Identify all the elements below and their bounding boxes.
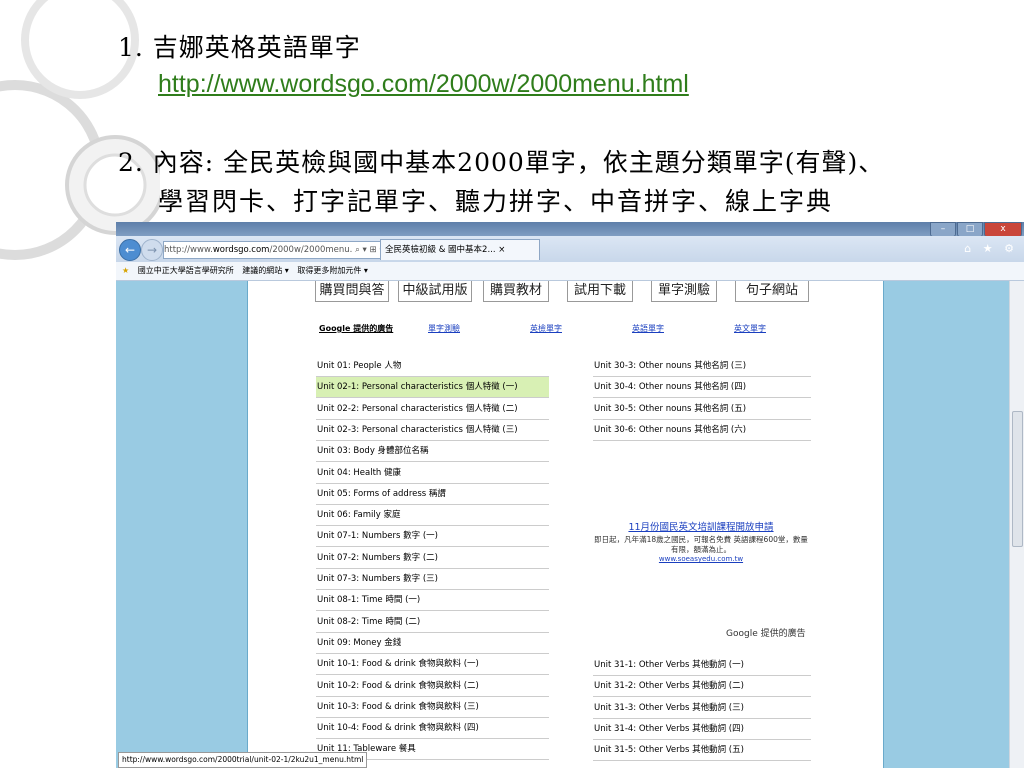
unit-link[interactable]: Unit 08-2: Time 時間 (二) [316,612,549,633]
address-prefix: http://www. [164,245,213,255]
slide-item-2-line-2: 學習閃卡、打字記單字、聽力拼字、中音拼字、線上字典 [158,187,834,216]
menu-button[interactable]: 單字測驗 [651,281,717,302]
unit-link[interactable]: Unit 10-3: Food & drink 食物與飲料 (三) [316,697,549,718]
ad-box: 11月份國民英文培訓課程開放申請 即日起，凡年滿18歲之國民，可報名免費 英語課… [593,519,809,563]
title-bar: – □ x [116,222,1024,237]
unit-link[interactable]: Unit 07-3: Numbers 數字 (三) [316,569,549,590]
favorites-bar: ★ 國立中正大學語言學研究所 建議的網站 ▾ 取得更多附加元件 ▾ [116,262,1024,281]
unit-link[interactable]: Unit 01: People 人物 [316,356,549,377]
ad-body: 即日起，凡年滿18歲之國民，可報名免費 英語課程600堂，數量有限，額滿為止。 [594,535,808,554]
unit-link[interactable]: Unit 30-3: Other nouns 其他名詞 (三) [593,356,811,377]
nav-bar: ← → http://www.wordsgo.com/2000w/2000men… [116,236,1024,262]
unit-link[interactable]: Unit 02-1: Personal characteristics 個人特徵… [316,377,549,399]
unit-link[interactable]: Unit 07-2: Numbers 數字 (二) [316,548,549,569]
unit-link[interactable]: Unit 30-5: Other nouns 其他名詞 (五) [593,399,811,420]
ad-link[interactable]: 英文單字 [734,323,766,334]
page-viewport: 購買問與答 中級試用版 購買教材 試用下載 單字測驗 句子網站 Google 提… [116,281,1024,768]
google-attribution: Google 提供的廣告 [726,629,806,639]
unit-link[interactable]: Unit 08-1: Time 時間 (一) [316,590,549,612]
menu-button[interactable]: 購買問與答 [315,281,389,302]
unit-link[interactable]: Unit 31-5: Other Verbs 其他動詞 (五) [593,740,811,762]
unit-link[interactable]: Unit 07-1: Numbers 數字 (一) [316,526,549,548]
unit-link[interactable]: Unit 05: Forms of address 稱謂 [316,484,549,505]
ad-link[interactable]: 英檢單字 [530,323,562,334]
unit-link[interactable]: Unit 31-3: Other Verbs 其他動詞 (三) [593,698,811,719]
menu-button[interactable]: 句子網站 [735,281,809,302]
wordsgo-link[interactable]: http://www.wordsgo.com/2000w/2000menu.ht… [158,70,689,99]
unit-link[interactable]: Unit 31-4: Other Verbs 其他動詞 (四) [593,719,811,740]
unit-link[interactable]: Unit 02-2: Personal characteristics 個人特徵… [316,399,549,420]
favorites-star-icon[interactable]: ★ [122,266,129,275]
unit-link[interactable]: Unit 03: Body 身體部位名稱 [316,441,549,463]
maximize-button[interactable]: □ [957,222,983,237]
slide-item-1: 1. 吉娜英格英語單字 [118,33,361,62]
unit-link[interactable]: Unit 30-4: Other nouns 其他名詞 (四) [593,377,811,399]
browser-tab[interactable]: 全民英檢初級 & 國中基本2... × [380,239,540,260]
unit-link[interactable]: Unit 30-6: Other nouns 其他名詞 (六) [593,420,811,441]
back-arrow-icon[interactable]: ← [119,239,141,261]
slide-item-2-line-1: 2. 內容: 全民英檢與國中基本2000單字，依主題分類單字(有聲)、 [118,148,885,177]
unit-link[interactable]: Unit 10-1: Food & drink 食物與飲料 (一) [316,654,549,676]
page-body: 購買問與答 中級試用版 購買教材 試用下載 單字測驗 句子網站 Google 提… [247,281,884,768]
minimize-button[interactable]: – [930,222,956,237]
address-bar[interactable]: http://www.wordsgo.com/2000w/2000menu. ⌕… [163,241,381,259]
unit-link[interactable]: Unit 10-4: Food & drink 食物與飲料 (四) [316,718,549,740]
menu-button[interactable]: 中級試用版 [398,281,472,302]
ads-label: Google 提供的廣告 [319,324,394,333]
address-domain: wordsgo.com [212,245,270,255]
ad-link[interactable]: 英語單字 [632,323,664,334]
close-button[interactable]: x [984,222,1022,237]
ad-link[interactable]: 單字測驗 [428,323,460,334]
favorites-item[interactable]: 取得更多附加元件 ▾ [297,266,368,275]
unit-link[interactable]: Unit 06: Family 家庭 [316,505,549,527]
browser-window: – □ x ← → http://www.wordsgo.com/2000w/2… [116,222,1024,768]
favorites-item[interactable]: 建議的網站 ▾ [242,266,289,275]
address-rest: /2000w/2000menu. ⌕ ▾ ⊞ C ✕ [269,245,380,255]
home-favorites-tools-icons[interactable]: ⌂ ★ ⚙ [964,242,1018,255]
scroll-thumb[interactable] [1012,411,1023,547]
ad-title[interactable]: 11月份國民英文培訓課程開放申請 [593,519,809,533]
unit-link[interactable]: Unit 04: Health 健康 [316,463,549,484]
menu-button[interactable]: 購買教材 [483,281,549,302]
vertical-scrollbar[interactable] [1009,281,1024,768]
menu-button[interactable]: 試用下載 [567,281,633,302]
unit-link[interactable]: Unit 02-3: Personal characteristics 個人特徵… [316,420,549,441]
favorites-item[interactable]: 國立中正大學語言學研究所 [138,266,234,275]
unit-link[interactable]: Unit 31-2: Other Verbs 其他動詞 (二) [593,676,811,698]
unit-link[interactable]: Unit 31-1: Other Verbs 其他動詞 (一) [593,655,811,676]
unit-link[interactable]: Unit 09: Money 金錢 [316,633,549,654]
unit-link[interactable]: Unit 10-2: Food & drink 食物與飲料 (二) [316,676,549,697]
ad-url[interactable]: www.soeasyedu.com.tw [593,555,809,563]
forward-arrow-icon[interactable]: → [141,239,163,261]
status-bar-url: http://www.wordsgo.com/2000trial/unit-02… [118,752,368,768]
